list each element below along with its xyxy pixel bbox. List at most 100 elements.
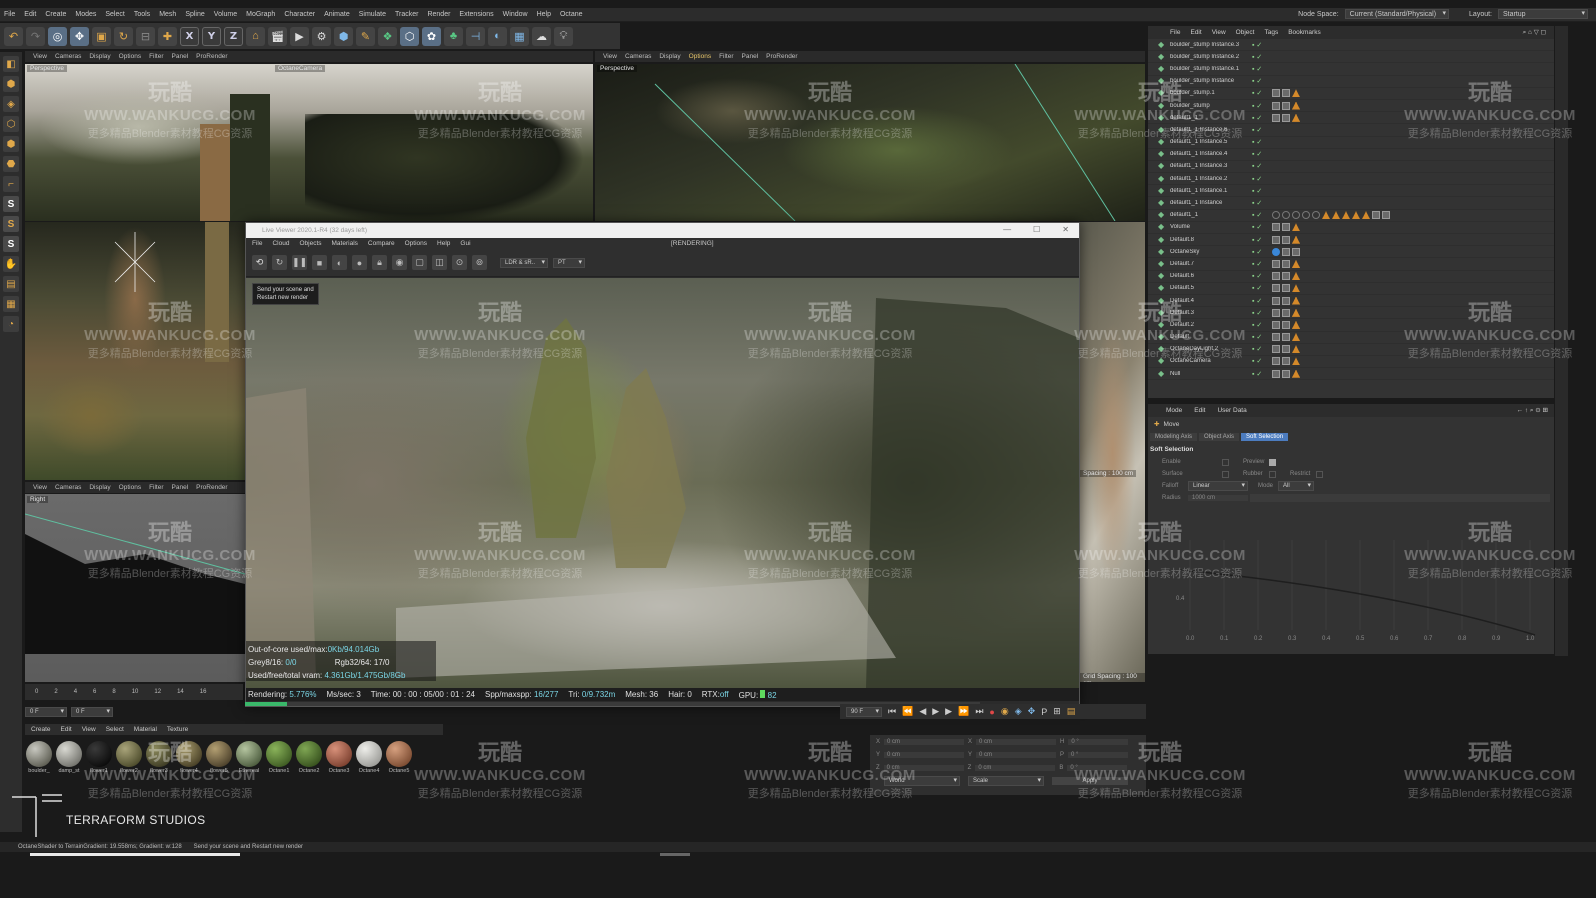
material-tag-icon[interactable]: [1282, 284, 1290, 293]
lv-menu-cloud[interactable]: Cloud: [272, 240, 289, 247]
om-menu-file[interactable]: File: [1170, 29, 1180, 36]
restrict-checkbox[interactable]: [1316, 470, 1323, 478]
material-tag-icon[interactable]: [1292, 345, 1300, 354]
camera-icon[interactable]: ⊣: [466, 26, 485, 46]
vp-menu-cameras[interactable]: Cameras: [55, 484, 81, 491]
mat-menu-material[interactable]: Material: [134, 726, 157, 733]
om-search-icon[interactable]: ⌕ ⌂ ▽ ◻: [1523, 28, 1546, 37]
mat-menu-edit[interactable]: Edit: [61, 726, 72, 733]
horizontal-scrollbar[interactable]: [30, 853, 240, 856]
lv-menu-file[interactable]: File: [252, 240, 262, 247]
object-row[interactable]: ◆ Default.5 ▪ ✓: [1148, 283, 1554, 295]
menu-character[interactable]: Character: [284, 11, 315, 18]
material-swatch[interactable]: damp_st: [55, 740, 83, 774]
vp-menu-view[interactable]: View: [603, 53, 617, 60]
material-tag-icon[interactable]: [1292, 259, 1300, 268]
om-menu-tags[interactable]: Tags: [1264, 29, 1278, 36]
menu-window[interactable]: Window: [503, 11, 528, 18]
points-mode-icon[interactable]: ⬡: [3, 116, 19, 132]
lamp-icon[interactable]: 💡︎: [554, 26, 573, 46]
vp-menu-filter[interactable]: Filter: [149, 484, 163, 491]
tab-modeling-axis[interactable]: Modeling Axis: [1150, 433, 1198, 441]
surface-checkbox[interactable]: [1222, 470, 1229, 478]
viewport-top-right[interactable]: View Cameras Display Options Filter Pane…: [595, 51, 1145, 221]
object-row[interactable]: ◆ Default.4 ▪ ✓: [1148, 295, 1554, 308]
rot-h-value[interactable]: 0 °: [1068, 738, 1129, 745]
falloff-select[interactable]: Linear: [1188, 481, 1248, 491]
right-side-tabs[interactable]: [1555, 26, 1568, 656]
focus-picker-icon[interactable]: ◉: [392, 255, 407, 270]
material-tag-icon[interactable]: [1292, 247, 1300, 256]
visibility-check-icon[interactable]: ▪ ✓: [1252, 126, 1262, 134]
menu-render[interactable]: Render: [427, 11, 450, 18]
mat-menu-select[interactable]: Select: [106, 726, 124, 733]
menu-mograph[interactable]: MoGraph: [246, 11, 275, 18]
material-swatch[interactable]: Octane1: [265, 740, 293, 774]
menu-tracker[interactable]: Tracker: [395, 11, 418, 18]
vp-menu-filter[interactable]: Filter: [719, 53, 733, 60]
object-row[interactable]: ◆ OctaneSky ▪ ✓: [1148, 246, 1554, 259]
material-picker-icon[interactable]: ⊚: [472, 255, 487, 270]
size-z-value[interactable]: 0 cm: [975, 764, 1056, 771]
axis-z-toggle[interactable]: Z: [224, 26, 243, 46]
vp-menu-prorender[interactable]: ProRender: [196, 53, 227, 60]
visibility-check-icon[interactable]: ▪ ✓: [1252, 248, 1262, 256]
live-viewer-window[interactable]: Live Viewer 2020.1-R4 (32 days left) — ☐…: [245, 222, 1080, 707]
material-tag-icon[interactable]: [1282, 113, 1290, 122]
material-tag-icon[interactable]: [1282, 357, 1290, 366]
lv-menu-gui[interactable]: Gui: [460, 240, 470, 247]
timeline-icon[interactable]: ▤: [1067, 706, 1076, 717]
node-space-select[interactable]: Current (Standard/Physical): [1344, 9, 1450, 19]
material-swatch[interactable]: Octane5: [385, 740, 413, 774]
vp-menu-view[interactable]: View: [33, 484, 47, 491]
film-region-icon[interactable]: ▢: [412, 255, 427, 270]
viewport-bottom-left[interactable]: View Cameras Display Options Filter Pane…: [25, 222, 245, 682]
material-tag-icon[interactable]: [1272, 211, 1280, 220]
cube-icon[interactable]: ⬢: [334, 26, 353, 46]
visibility-check-icon[interactable]: ▪ ✓: [1252, 357, 1262, 365]
object-row[interactable]: ◆ boulder_stump Instance.2 ▪ ✓: [1148, 51, 1554, 64]
material-swatch[interactable]: flower1: [85, 740, 113, 774]
visibility-check-icon[interactable]: ▪ ✓: [1252, 65, 1262, 73]
am-menu-user-data[interactable]: User Data: [1217, 407, 1246, 414]
transform-tool-icon[interactable]: ✚: [158, 26, 177, 46]
material-tag-icon[interactable]: [1282, 345, 1290, 354]
material-tag-icon[interactable]: [1292, 113, 1300, 122]
visibility-check-icon[interactable]: ▪ ✓: [1252, 321, 1262, 329]
object-row[interactable]: ◆ default1_1 Instance.1 ▪ ✓: [1148, 185, 1554, 198]
frame-end-field[interactable]: 90 F: [846, 706, 882, 717]
first-frame-icon[interactable]: ⏮: [888, 706, 896, 717]
world-select[interactable]: World: [884, 776, 960, 786]
material-tag-icon[interactable]: [1292, 320, 1300, 329]
material-tag-icon[interactable]: [1272, 369, 1280, 378]
material-swatch[interactable]: Octane4: [355, 740, 383, 774]
vp-menu-display[interactable]: Display: [89, 53, 110, 60]
menu-spline[interactable]: Spline: [185, 11, 204, 18]
object-row[interactable]: ◆ default1_1 Instance.2 ▪ ✓: [1148, 173, 1554, 186]
visibility-check-icon[interactable]: ▪ ✓: [1252, 211, 1262, 219]
material-tag-icon[interactable]: [1282, 308, 1290, 317]
axis-x-toggle[interactable]: X: [180, 26, 199, 46]
maximize-icon[interactable]: ☐: [1033, 225, 1040, 234]
visibility-check-icon[interactable]: ▪ ✓: [1252, 272, 1262, 280]
frame-current-field[interactable]: 0 F: [71, 707, 113, 717]
visibility-check-icon[interactable]: ▪ ✓: [1252, 41, 1262, 49]
send-scene-restart-icon[interactable]: ⟲: [252, 255, 267, 270]
axis-mode-icon[interactable]: ⌐: [3, 176, 19, 192]
menu-edit[interactable]: Edit: [24, 11, 36, 18]
rot-b-value[interactable]: 0 °: [1067, 764, 1128, 771]
visibility-check-icon[interactable]: ▪ ✓: [1252, 223, 1262, 231]
menu-volume[interactable]: Volume: [214, 11, 237, 18]
material-tag-icon[interactable]: [1272, 333, 1280, 342]
material-tag-icon[interactable]: [1272, 235, 1280, 244]
material-swatch[interactable]: flower3: [145, 740, 173, 774]
grid-icon[interactable]: ▤: [3, 276, 19, 292]
workplane-icon[interactable]: S: [3, 236, 19, 252]
falloff-curve-graph[interactable]: 0.4 0.0 0.1 0.2 0.3 0.4 0.5 0.6 0.7 0.8 0.9 1.0: [1170, 540, 1550, 645]
vp-menu-prorender[interactable]: ProRender: [196, 484, 227, 491]
visibility-check-icon[interactable]: ▪ ✓: [1252, 309, 1262, 317]
undo-icon[interactable]: ↶: [4, 26, 23, 46]
lock-icon[interactable]: ✋: [3, 256, 19, 272]
material-tag-icon[interactable]: [1272, 345, 1280, 354]
material-tag-icon[interactable]: [1292, 101, 1300, 110]
